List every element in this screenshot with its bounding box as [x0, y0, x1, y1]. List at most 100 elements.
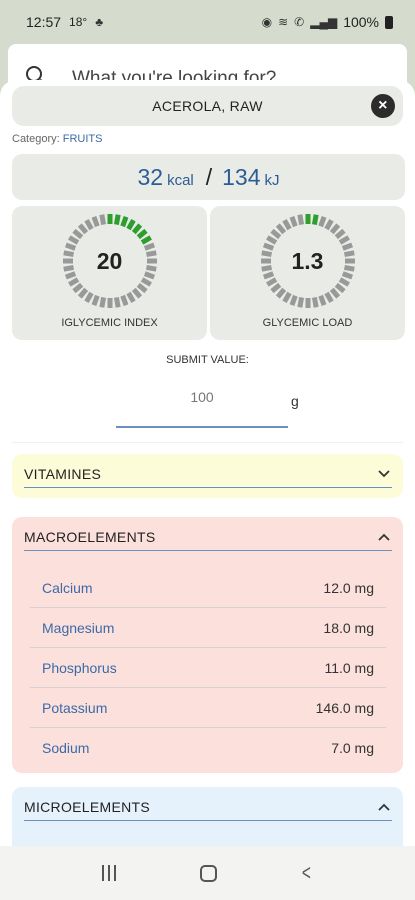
- glycemic-index-gauge-segment: [68, 277, 80, 287]
- glycemic-index-gauge-segment: [113, 297, 121, 308]
- glycemic-load-gauge-segment: [338, 235, 350, 245]
- glycemic-index-gauge-segment: [99, 214, 107, 225]
- list-item: Calcium 12.0 mg: [30, 568, 386, 608]
- glycemic-load-gauge-segment: [297, 214, 305, 225]
- glycemic-index-gauge-segment: [126, 219, 136, 231]
- close-icon: ×: [378, 97, 388, 114]
- microelements-section: MICROELEMENTS: [12, 787, 403, 846]
- kj-unit: kJ: [264, 172, 280, 189]
- glycemic-load-gauge-segment: [329, 287, 341, 299]
- close-button[interactable]: ×: [371, 94, 395, 118]
- nutrient-amount: 7.0 mg: [331, 740, 374, 756]
- kcal-value: 32: [137, 164, 164, 190]
- list-item: Potassium 146.0 mg: [30, 688, 386, 728]
- energy-card: 32 kcal / 134 kJ: [12, 154, 405, 200]
- glycemic-load-gauge-segment: [311, 297, 319, 308]
- glycemic-index-gauge-segment: [72, 228, 84, 240]
- vitamines-section[interactable]: VITAMINES: [12, 454, 403, 498]
- glycemic-index-gauge-segment: [113, 214, 121, 225]
- glycemic-load-gauge-segment: [275, 223, 287, 235]
- status-temp: 18°: [69, 15, 88, 29]
- amount-unit: g: [291, 393, 299, 409]
- glycemic-load-gauge-segment: [275, 287, 287, 299]
- glycemic-load-value: 1.3: [291, 248, 324, 274]
- glycemic-index-gauge-segment: [131, 287, 143, 299]
- macroelements-section: MACROELEMENTS Calcium 12.0 mg Magnesium …: [12, 517, 403, 773]
- glycemic-index-value: 20: [96, 248, 123, 274]
- call-icon: ✆: [294, 15, 305, 29]
- microelements-title: MICROELEMENTS: [24, 799, 151, 815]
- macroelements-header[interactable]: MACROELEMENTS: [24, 529, 392, 551]
- nutrient-name: Calcium: [42, 579, 93, 596]
- status-bar: 12:57 18° ♣ ◉ ≋ ✆ ▂▄▆ 100%: [0, 0, 415, 44]
- glycemic-index-gauge-segment: [68, 235, 80, 245]
- glycemic-load-gauge-segment: [289, 215, 298, 228]
- nutrient-amount: 146.0 mg: [315, 699, 374, 716]
- nutrient-amount: 12.0 mg: [323, 579, 374, 596]
- glycemic-load-gauge-segment: [270, 228, 282, 240]
- status-time: 12:57: [26, 14, 62, 30]
- glycemic-load-gauge-segment: [338, 277, 350, 287]
- glycemic-load-gauge-segment: [282, 291, 292, 303]
- home-button[interactable]: [199, 864, 217, 882]
- nutrient-name: Potassium: [42, 699, 108, 716]
- divider: [12, 442, 403, 443]
- nfc-icon: ◉: [261, 15, 273, 29]
- glycemic-load-gauge-segment: [324, 219, 334, 231]
- glycemic-load-gauge-segment: [266, 235, 278, 245]
- glycemic-load-gauge-segment: [329, 223, 341, 235]
- vitamines-header[interactable]: VITAMINES: [24, 466, 392, 488]
- glycemic-index-gauge-segment: [91, 215, 100, 228]
- nutrient-name: Phosphorus: [42, 659, 117, 676]
- glycemic-load-gauge-segment: [318, 215, 327, 228]
- glycemic-index-card: 20 IGLYCEMIC INDEX: [12, 206, 207, 340]
- category-value[interactable]: FRUITS: [63, 133, 103, 145]
- glycemic-index-label: IGLYCEMIC INDEX: [61, 317, 158, 329]
- battery-icon: [385, 15, 393, 29]
- glycemic-load-gauge-segment: [266, 277, 278, 287]
- chevron-up-icon: [376, 799, 392, 815]
- glycemic-load-card: 1.3 GLYCEMIC LOAD: [210, 206, 405, 340]
- nutrient-amount: 11.0 mg: [324, 659, 374, 676]
- nutrient-amount: 18.0 mg: [323, 619, 374, 636]
- glycemic-index-gauge-segment: [77, 223, 89, 235]
- list-item: Magnesium 18.0 mg: [30, 608, 386, 648]
- glycemic-load-gauge-segment: [297, 297, 305, 308]
- list-item: Sodium 7.0 mg: [30, 728, 386, 768]
- food-title: ACEROLA, RAW: [152, 98, 263, 114]
- glycemic-index-gauge-segment: [140, 277, 152, 287]
- glycemic-load-gauge-segment: [334, 282, 346, 294]
- food-title-bar: ACEROLA, RAW ×: [12, 86, 403, 126]
- glycemic-index-gauge-segment: [131, 223, 143, 235]
- signal-icon: ▂▄▆: [310, 15, 338, 29]
- glycemic-index-gauge-segment: [140, 235, 152, 245]
- back-button[interactable]: <: [302, 860, 311, 886]
- nutrient-name: Magnesium: [42, 619, 115, 636]
- submit-value-label: SUBMIT VALUE:: [166, 354, 249, 366]
- energy-separator: /: [205, 164, 213, 190]
- glycemic-load-gauge-segment: [334, 228, 346, 240]
- glycemic-index-gauge-segment: [120, 215, 129, 228]
- glycemic-index-gauge-segment: [84, 291, 94, 303]
- microelements-header[interactable]: MICROELEMENTS: [24, 799, 392, 821]
- chevron-up-icon: [376, 529, 392, 545]
- category-line: Category: FRUITS: [12, 133, 103, 145]
- glycemic-index-gauge-segment: [91, 294, 100, 307]
- glycemic-index-gauge-segment: [99, 297, 107, 308]
- food-detail-sheet: ACEROLA, RAW × Category: FRUITS 32 kcal …: [0, 80, 415, 846]
- glycemic-load-label: GLYCEMIC LOAD: [262, 317, 353, 329]
- glycemic-index-gauge-segment: [136, 228, 148, 240]
- notification-icon: ♣: [95, 15, 104, 29]
- category-label: Category:: [12, 133, 60, 145]
- chevron-down-icon: [376, 466, 392, 482]
- kcal-unit: kcal: [167, 172, 194, 189]
- glycemic-index-gauge-segment: [120, 294, 129, 307]
- glycemic-index-gauge-segment: [77, 287, 89, 299]
- battery-percent: 100%: [343, 14, 379, 30]
- recent-apps-button[interactable]: [101, 865, 116, 881]
- macroelements-title: MACROELEMENTS: [24, 529, 156, 545]
- vitamines-title: VITAMINES: [24, 466, 102, 482]
- amount-input[interactable]: [116, 382, 288, 428]
- glycemic-load-gauge-segment: [282, 219, 292, 231]
- glycemic-index-gauge-segment: [72, 282, 84, 294]
